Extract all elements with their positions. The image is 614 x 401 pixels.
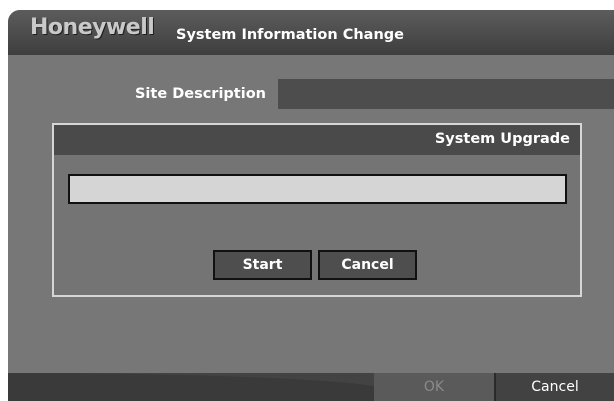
ok-button[interactable]: OK (374, 373, 494, 401)
upgrade-progress-bar (68, 174, 567, 204)
title-bar: Honeywell System Information Change (8, 10, 614, 55)
cancel-button[interactable]: Cancel (496, 373, 614, 401)
system-information-window: Honeywell System Information Change Site… (8, 10, 614, 401)
honeywell-logo: Honeywell (30, 15, 155, 40)
start-button[interactable]: Start (213, 250, 312, 280)
dialog-header: System Upgrade (54, 125, 580, 155)
site-description-field[interactable] (278, 79, 614, 109)
dialog-title: System Upgrade (434, 131, 570, 147)
site-description-label: Site Description (134, 86, 266, 102)
window-title: System Information Change (176, 27, 404, 43)
dialog-cancel-button[interactable]: Cancel (318, 250, 417, 280)
bottom-bar-curve (8, 373, 388, 401)
system-upgrade-dialog: System Upgrade Start Cancel (52, 123, 582, 297)
